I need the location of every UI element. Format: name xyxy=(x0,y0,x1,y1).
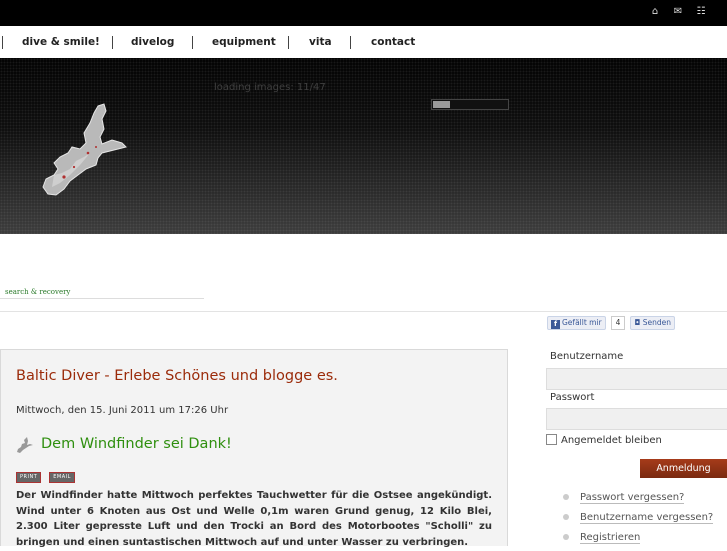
nav-item-contact[interactable]: contact xyxy=(371,36,415,48)
username-label: Benutzername xyxy=(550,351,624,362)
loading-progress-fill xyxy=(433,101,450,108)
speech-bubble-icon: ◘ xyxy=(634,318,643,327)
nav-item-vita[interactable]: vita xyxy=(309,36,332,48)
sitemap-icon[interactable]: ☷ xyxy=(695,6,707,18)
divider xyxy=(0,311,727,312)
bullet-icon xyxy=(563,514,569,520)
nav-separator xyxy=(288,36,289,49)
article-subtitle[interactable]: Dem Windfinder sei Dank! xyxy=(41,436,232,452)
top-bar: ⌂ ✉ ☷ xyxy=(0,0,727,26)
article-date: Mittwoch, den 15. Juni 2011 um 17:26 Uhr xyxy=(16,405,229,416)
nav-item-equipment[interactable]: equipment xyxy=(212,36,276,48)
forgot-password-link[interactable]: Passwort vergessen? xyxy=(580,492,685,504)
bullet-icon xyxy=(563,494,569,500)
baltic-sea-map-logo xyxy=(42,103,127,196)
facebook-send-label: Senden xyxy=(642,318,672,327)
email-button[interactable]: EMAIL xyxy=(49,472,75,483)
register-link[interactable]: Registrieren xyxy=(580,532,641,544)
forgot-username-link[interactable]: Benutzername vergessen? xyxy=(580,512,714,524)
remember-me-checkbox[interactable] xyxy=(546,434,557,445)
list-item: Registrieren xyxy=(563,531,713,551)
login-button[interactable]: Anmeldung xyxy=(640,459,727,478)
list-item: Passwort vergessen? xyxy=(563,491,713,511)
facebook-like-button[interactable]: f Gefällt mir xyxy=(547,316,606,330)
baltic-sea-map-icon xyxy=(17,437,33,453)
nav-separator xyxy=(350,36,351,49)
top-icon-group: ⌂ ✉ ☷ xyxy=(649,6,707,18)
search-recovery-link[interactable]: search & recovery xyxy=(5,288,70,296)
nav-item-divelog[interactable]: divelog xyxy=(131,36,174,48)
bullet-icon xyxy=(563,534,569,540)
article-body: Der Windfinder hatte Mittwoch perfektes … xyxy=(16,490,492,548)
password-field[interactable] xyxy=(546,408,727,430)
home-icon[interactable]: ⌂ xyxy=(649,6,661,18)
nav-separator xyxy=(112,36,113,49)
login-links: Passwort vergessen? Benutzername vergess… xyxy=(563,491,714,551)
divider xyxy=(0,298,204,299)
mail-icon[interactable]: ✉ xyxy=(672,6,684,18)
list-item: Benutzername vergessen? xyxy=(563,511,714,531)
nav-separator xyxy=(2,36,3,49)
article-title[interactable]: Baltic Diver - Erlebe Schönes und blogge… xyxy=(16,368,338,384)
facebook-like-count: 4 xyxy=(610,316,626,330)
remember-me-label: Angemeldet bleiben xyxy=(561,435,662,446)
facebook-social-bar: f Gefällt mir 4 ◘ Senden xyxy=(547,316,676,330)
facebook-icon: f xyxy=(551,320,560,329)
password-label: Passwort xyxy=(550,392,595,403)
username-field[interactable] xyxy=(546,368,727,390)
main-navigation: dive & smile! divelog equipment vita con… xyxy=(0,26,727,59)
loading-progress-bar xyxy=(431,99,509,110)
article-tools: PRINT EMAIL xyxy=(16,472,75,483)
nav-separator xyxy=(192,36,193,49)
print-button[interactable]: PRINT xyxy=(16,472,42,483)
nav-item-dive-and-smile[interactable]: dive & smile! xyxy=(22,36,100,48)
loading-status: loading images: 11/47 xyxy=(214,82,326,93)
facebook-send-button[interactable]: ◘ Senden xyxy=(630,316,676,330)
facebook-like-label: Gefällt mir xyxy=(562,318,602,327)
